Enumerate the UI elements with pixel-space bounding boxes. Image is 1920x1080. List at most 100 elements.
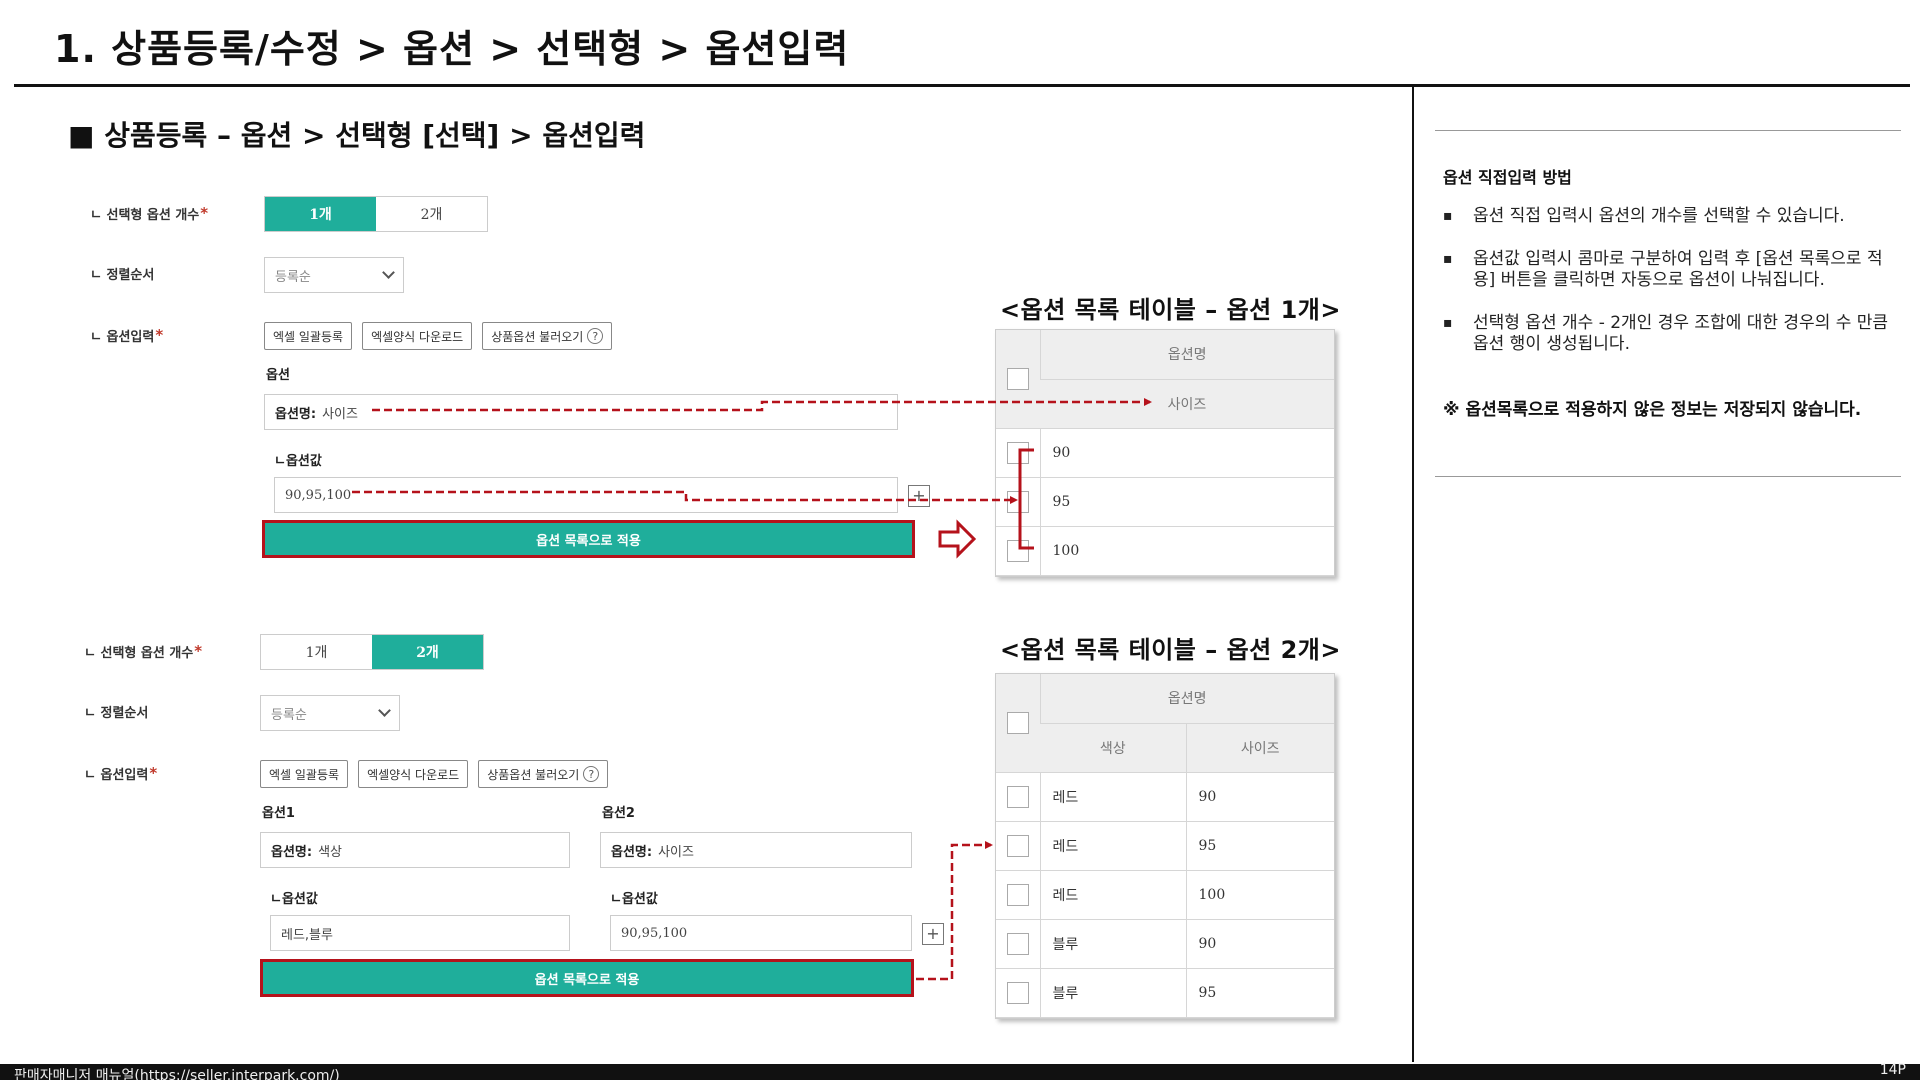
table-cell: 95 (1039, 477, 1334, 527)
section-heading: ■ 상품등록 – 옵션 > 선택형 [선택] > 옵션입력 (68, 119, 646, 152)
table-row: 레드 95 (996, 821, 1334, 871)
count-2-button[interactable]: 2개 (372, 635, 483, 669)
add-option-plus-icon[interactable]: + (908, 485, 930, 507)
row-checkbox[interactable] (1006, 932, 1029, 955)
option-list-table-2: 옵션명 색상 사이즈 레드 90 레드 95 레드 100 블루 90 블루 9… (995, 673, 1335, 1019)
option-value-label: ㄴ옵션값 (274, 454, 322, 469)
notes-bottom-rule (1435, 476, 1901, 477)
select-all-checkbox[interactable] (1006, 711, 1029, 734)
table-cell: 100 (1185, 870, 1334, 920)
option-name-key: 옵션명: (275, 406, 317, 422)
sort-order-label: ㄴ 정렬순서 (90, 268, 155, 283)
page-title: 1. 상품등록/수정 > 옵션 > 선택형 > 옵션입력 (54, 27, 850, 71)
option1-label: 옵션1 (262, 806, 295, 821)
row-checkbox[interactable] (1006, 883, 1029, 906)
apply-to-table-connector (916, 841, 993, 981)
load-product-options-button[interactable]: 상품옵션 불러오기? (478, 760, 609, 788)
add-option-plus-icon[interactable]: + (922, 923, 944, 945)
notes-list: 옵션 직접 입력시 옵션의 개수를 선택할 수 있습니다. 옵션값 입력시 콤마… (1443, 206, 1903, 377)
notes-top-rule (1435, 130, 1901, 131)
help-icon[interactable]: ? (583, 766, 600, 782)
table-header: 옵션명 (1039, 674, 1334, 724)
option-name-value: 사이즈 (322, 406, 358, 422)
title-divider (14, 84, 1910, 87)
select-all-cell (996, 674, 1040, 773)
load-product-options-button[interactable]: 상품옵션 불러오기? (482, 322, 613, 350)
option2-name-value: 사이즈 (658, 844, 694, 860)
apply-option-list-button-2[interactable]: 옵션 목록으로 적용 (260, 959, 914, 997)
count-1-button[interactable]: 1개 (261, 635, 372, 669)
option2-value-field[interactable]: 90,95,100 (610, 915, 912, 951)
option1-name-value: 색상 (318, 844, 343, 860)
option-input-label: ㄴ 옵션입력* (90, 326, 164, 345)
table-row: 블루 90 (996, 919, 1334, 969)
option1-value-field[interactable]: 레드,블루 (270, 915, 570, 951)
count-2-button[interactable]: 2개 (376, 197, 487, 231)
option-list-table-1: 옵션명 사이즈 90 95 100 (995, 329, 1335, 577)
excel-template-download-button[interactable]: 엑셀양식 다운로드 (358, 760, 469, 788)
option-input-label-2: ㄴ 옵션입력* (84, 764, 158, 783)
table-subheader: 색상 (1040, 723, 1186, 773)
column-divider (1412, 86, 1414, 1062)
option2-value: 90,95,100 (621, 925, 688, 941)
required-mark: * (155, 326, 164, 344)
footer: 판매자매니저 매뉴얼(https://seller.interpark.com/… (0, 1062, 1920, 1080)
chevron-down-icon (382, 266, 395, 279)
table-cell: 100 (1039, 526, 1334, 576)
sort-order-label-2: ㄴ 정렬순서 (84, 706, 149, 721)
footer-manual-link[interactable]: 판매자매니저 매뉴얼(https://seller.interpark.com/… (14, 1064, 340, 1080)
table-cell: 레드 (1039, 772, 1186, 822)
row-checkbox[interactable] (1006, 490, 1029, 513)
table-row: 95 (996, 477, 1334, 527)
right-arrow-icon (938, 519, 977, 559)
sort-order-value: 등록순 (275, 269, 311, 285)
row-checkbox[interactable] (1006, 834, 1029, 857)
help-icon[interactable]: ? (587, 328, 604, 344)
option-name-field[interactable]: 옵션명: 사이즈 (264, 394, 898, 430)
option1-name-field[interactable]: 옵션명: 색상 (260, 832, 570, 868)
option-count-toggle-2: 1개 2개 (260, 634, 484, 670)
required-mark: * (194, 642, 203, 660)
excel-template-download-button[interactable]: 엑셀양식 다운로드 (362, 322, 473, 350)
option-value: 90,95,100 (285, 487, 352, 503)
row-checkbox[interactable] (1006, 539, 1029, 562)
table-row: 레드 90 (996, 772, 1334, 822)
row-checkbox[interactable] (1006, 785, 1029, 808)
table-cell: 90 (1039, 428, 1334, 478)
sort-order-select[interactable]: 등록순 (264, 257, 404, 293)
option-tools: 엑셀 일괄등록 엑셀양식 다운로드 상품옵션 불러오기? (264, 322, 613, 350)
excel-bulk-button[interactable]: 엑셀 일괄등록 (264, 322, 353, 350)
notes-title: 옵션 직접입력 방법 (1443, 168, 1572, 187)
excel-bulk-button[interactable]: 엑셀 일괄등록 (260, 760, 349, 788)
option-count-label-2: ㄴ 선택형 옵션 개수* (84, 642, 203, 661)
table-cell: 블루 (1039, 919, 1186, 969)
table-cell: 95 (1185, 821, 1334, 871)
select-all-checkbox[interactable] (1006, 367, 1029, 390)
table-row: 90 (996, 428, 1334, 478)
table-header: 옵션명 (1039, 330, 1334, 380)
table-cell: 레드 (1039, 870, 1186, 920)
option-count-label: ㄴ 선택형 옵션 개수* (90, 204, 209, 223)
option2-value-label: ㄴ옵션값 (610, 892, 658, 907)
row-checkbox[interactable] (1006, 441, 1029, 464)
option2-name-field[interactable]: 옵션명: 사이즈 (600, 832, 912, 868)
option1-value: 레드,블루 (281, 927, 333, 943)
option-value-field[interactable]: 90,95,100 (274, 477, 898, 513)
table-row: 레드 100 (996, 870, 1334, 920)
apply-option-list-button[interactable]: 옵션 목록으로 적용 (262, 520, 915, 558)
chevron-down-icon (378, 704, 391, 717)
table-2-title: <옵션 목록 테이블 – 옵션 2개> (1000, 636, 1341, 664)
sort-order-value: 등록순 (271, 707, 307, 723)
table-cell: 블루 (1039, 968, 1186, 1018)
sort-order-select-2[interactable]: 등록순 (260, 695, 400, 731)
row-checkbox[interactable] (1006, 981, 1029, 1004)
select-all-cell (996, 330, 1040, 429)
table-1-title: <옵션 목록 테이블 – 옵션 1개> (1000, 296, 1341, 324)
page-number: 14P (1879, 1062, 1906, 1078)
count-1-button[interactable]: 1개 (265, 197, 376, 231)
table-cell: 95 (1185, 968, 1334, 1018)
option-name-key: 옵션명: (611, 844, 653, 860)
table-cell: 90 (1185, 919, 1334, 969)
option-name-key: 옵션명: (271, 844, 313, 860)
table-cell: 90 (1185, 772, 1334, 822)
